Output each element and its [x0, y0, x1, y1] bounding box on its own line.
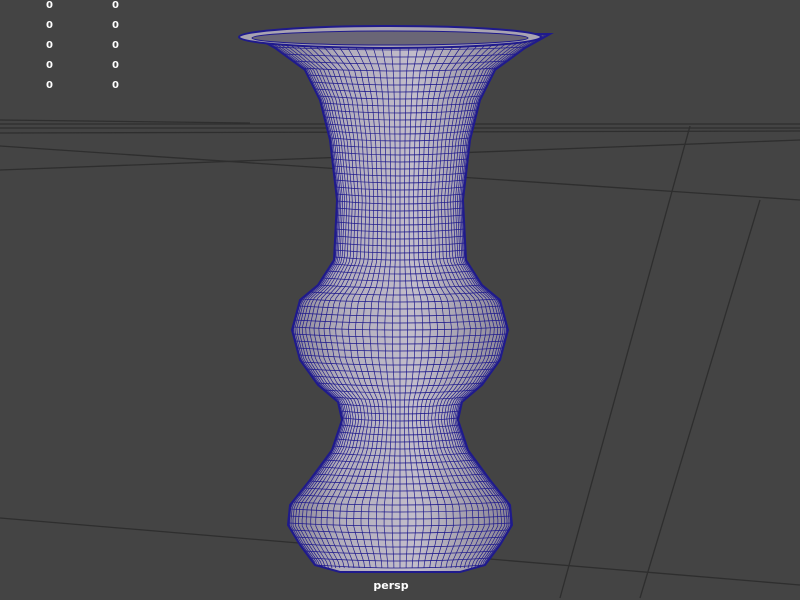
hud-value: 0	[112, 20, 119, 31]
hud-row: 0 0	[0, 60, 160, 80]
hud-row: 0 0	[0, 0, 160, 20]
perspective-viewport[interactable]: 0 0 0 0 0 0 0 0 0 0 persp	[0, 0, 800, 600]
grid-line	[0, 119, 251, 124]
hud-value: 0	[112, 0, 119, 11]
vase-wireframe	[250, 34, 550, 569]
hud-value: 0	[46, 80, 53, 91]
hud-row: 0 0	[0, 80, 160, 100]
camera-label: persp	[373, 579, 409, 592]
grid-line	[559, 125, 691, 599]
hud-value: 0	[112, 40, 119, 51]
grid-line	[639, 199, 761, 599]
hud-value: 0	[46, 60, 53, 71]
hud-value: 0	[46, 20, 53, 31]
hud-display: 0 0 0 0 0 0 0 0 0 0	[0, 0, 160, 100]
hud-row: 0 0	[0, 40, 160, 60]
hud-value: 0	[46, 40, 53, 51]
vase-rim-inner	[251, 30, 529, 46]
hud-value: 0	[112, 80, 119, 91]
vase-mesh[interactable]	[238, 25, 554, 573]
hud-value: 0	[112, 60, 119, 71]
hud-row: 0 0	[0, 20, 160, 40]
hud-value: 0	[46, 0, 53, 11]
